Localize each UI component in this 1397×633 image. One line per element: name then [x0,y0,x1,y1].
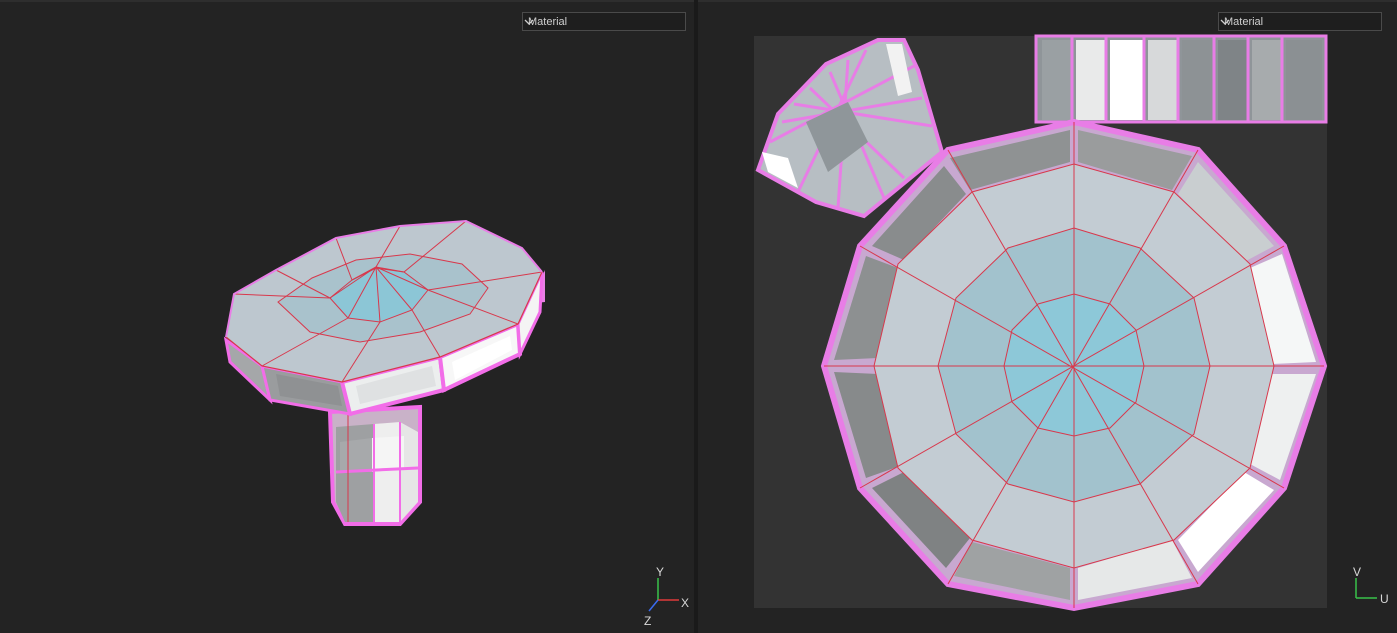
model-3d-render: Y X Z [223,219,689,628]
uv-shading-mode-dropdown[interactable]: Material [1218,12,1382,31]
axis-y-label: Y [656,565,664,579]
uv-layout-render: V U [754,34,1389,612]
axis-gizmo-icon: Y X Z [644,565,689,628]
chevron-down-icon [524,19,534,25]
uv-island-stem-strip [1034,34,1328,124]
axis-v-label: V [1353,565,1361,579]
shading-mode-dropdown[interactable]: Material [522,12,686,31]
axis-x-label: X [681,596,689,610]
chevron-down-icon [1220,19,1230,25]
axis-z-label: Z [644,614,651,628]
viewport-3d[interactable]: Y X Z Material [0,2,694,633]
uv-axis-icon: V U [1353,565,1389,606]
axis-u-label: U [1380,592,1389,606]
stem-mesh [327,404,422,526]
viewport-uv-editor[interactable]: V U Material [698,2,1397,633]
